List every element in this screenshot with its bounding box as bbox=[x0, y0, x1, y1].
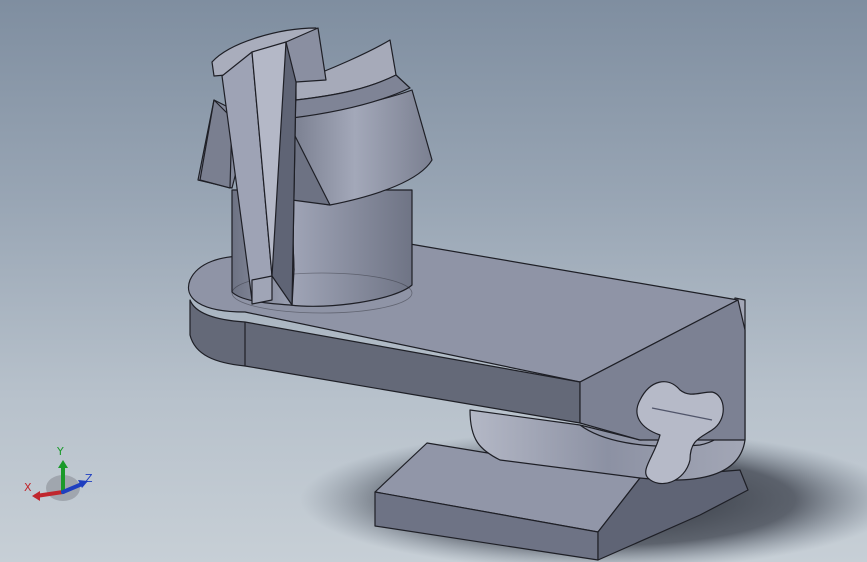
snap-post[interactable] bbox=[197, 27, 433, 314]
triad-z-label: Z bbox=[85, 472, 93, 485]
triad-x-label: X bbox=[24, 481, 32, 494]
triad-y-arrow bbox=[58, 460, 68, 468]
triad-x-arrow bbox=[32, 491, 40, 501]
graphics-viewport[interactable]: X Y Z bbox=[0, 0, 867, 562]
triad-y-label: Y bbox=[57, 445, 64, 458]
view-orientation-triad[interactable]: X Y Z bbox=[18, 440, 108, 510]
part-model[interactable] bbox=[0, 0, 867, 562]
prong-foot bbox=[251, 275, 273, 305]
